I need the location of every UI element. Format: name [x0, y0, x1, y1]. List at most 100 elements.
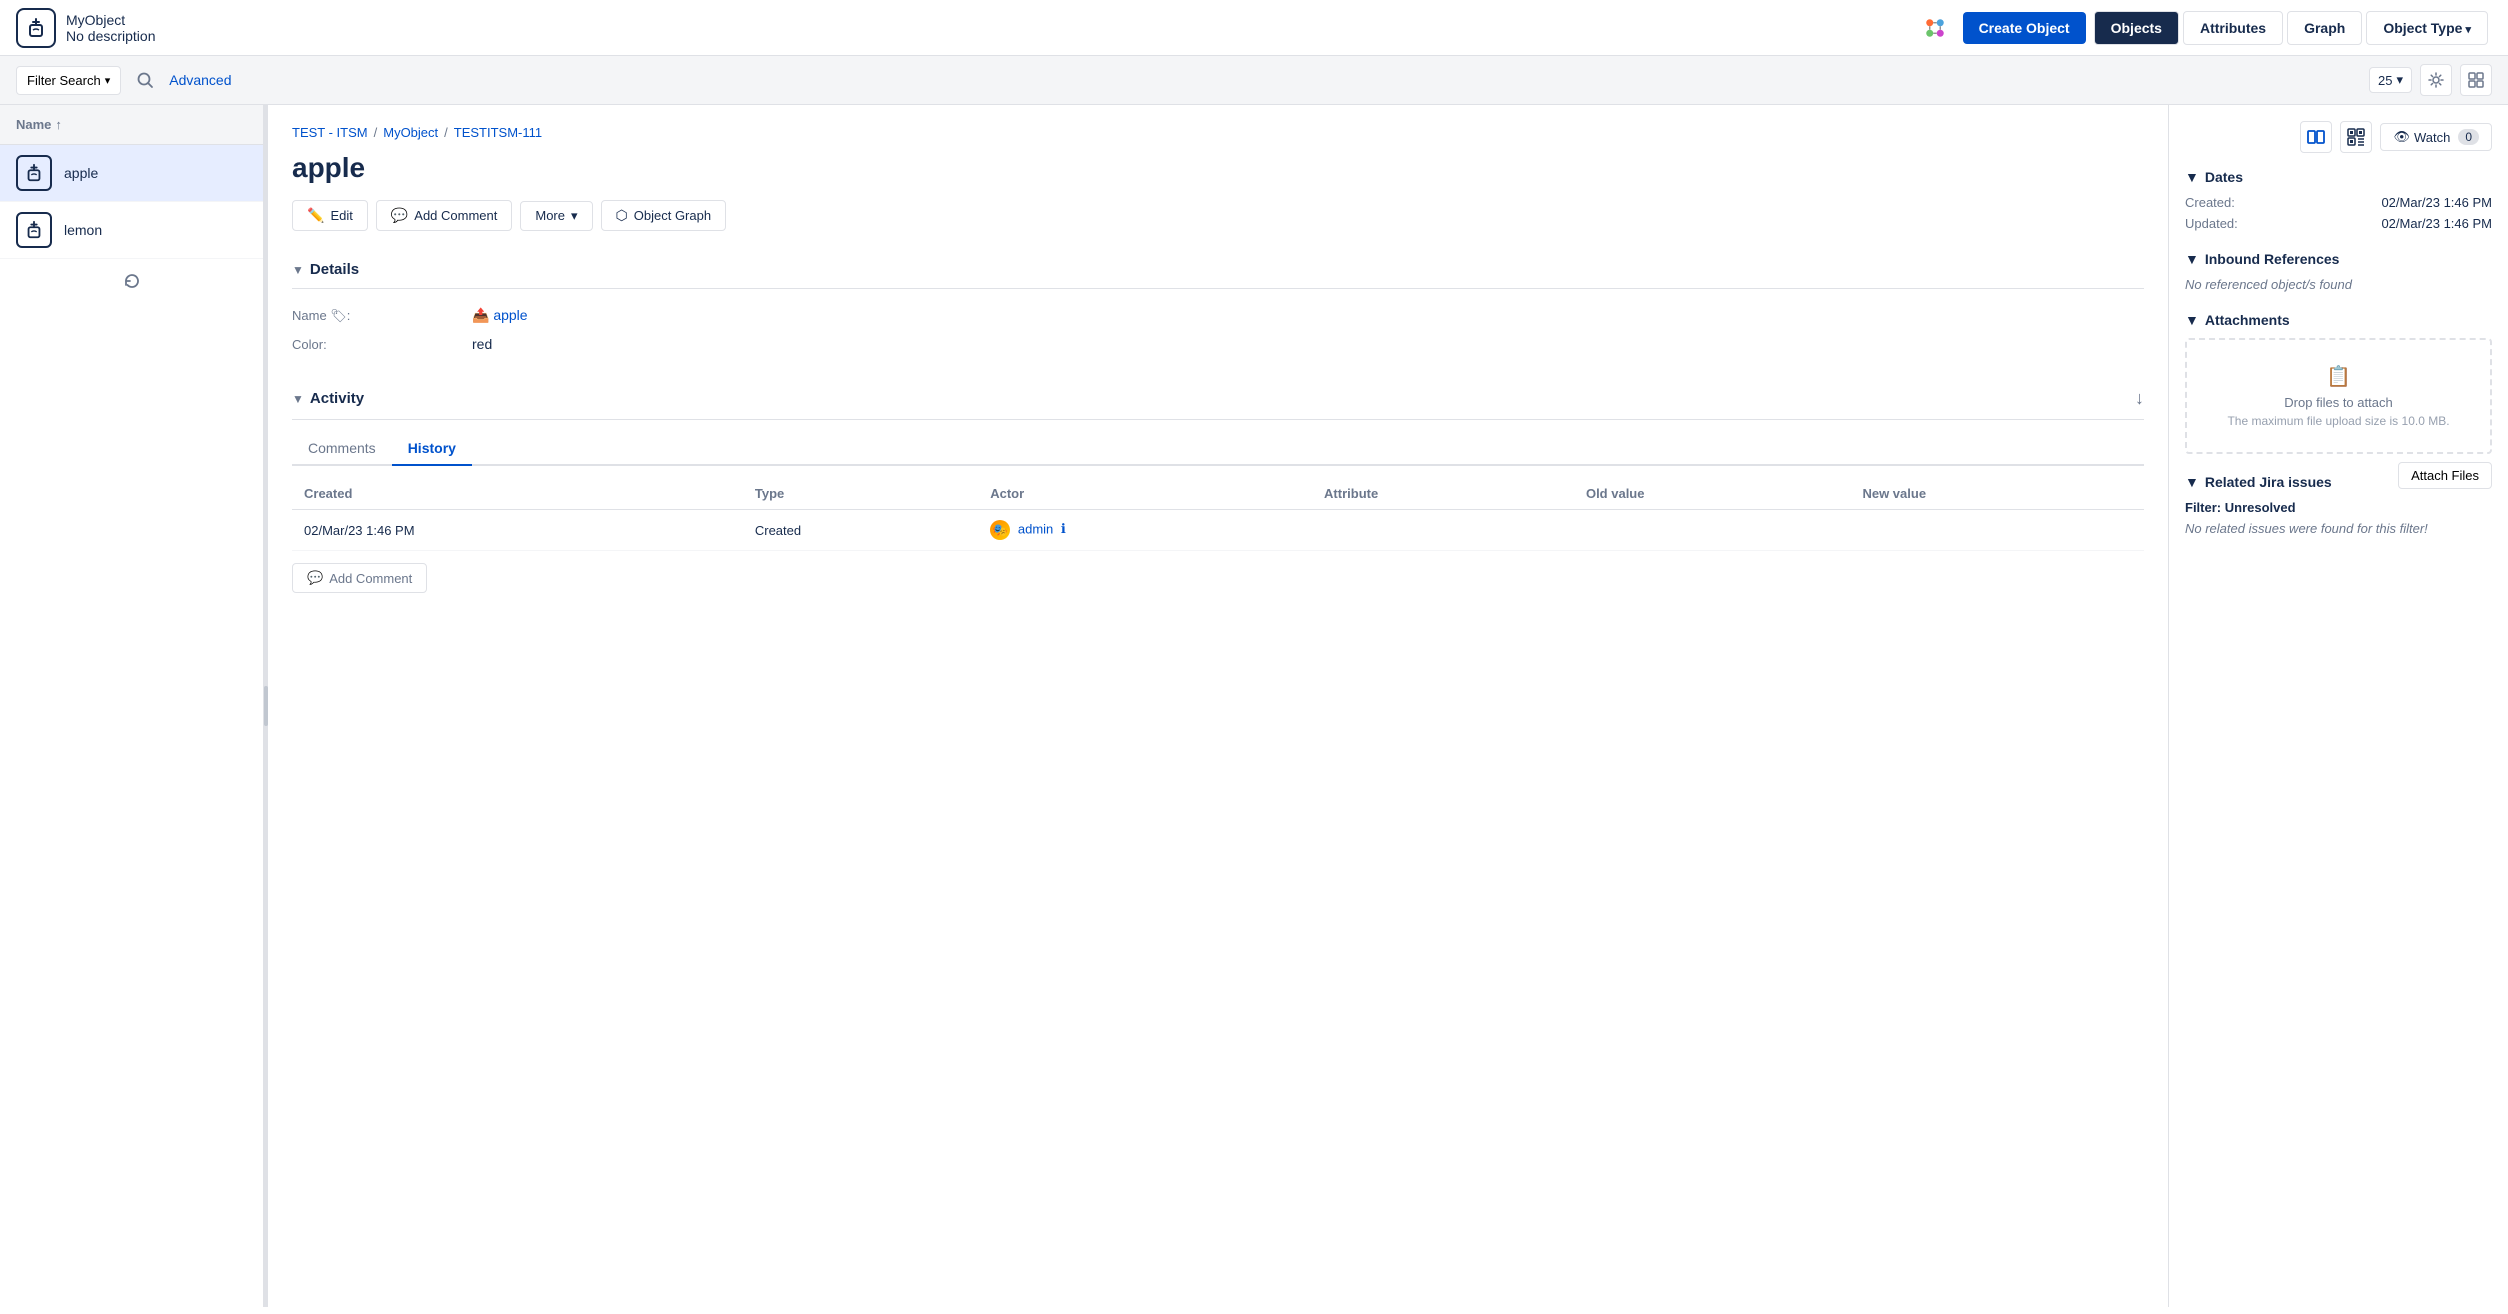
per-page-arrow: ▾ — [2396, 72, 2403, 88]
scroll-down-icon[interactable]: ↓ — [2135, 388, 2144, 409]
breadcrumb: TEST - ITSM / MyObject / TESTITSM-111 — [292, 125, 2144, 140]
watch-eye-icon: 👁 — [2393, 129, 2410, 145]
updated-date-row: Updated: 02/Mar/23 1:46 PM — [2185, 216, 2492, 231]
created-date-label: Created: — [2185, 195, 2235, 210]
object-type-nav-button[interactable]: Object Type — [2366, 11, 2488, 45]
filter-search-button[interactable]: Filter Search — [16, 66, 121, 95]
app-description: No description — [66, 28, 156, 44]
inbound-references-header[interactable]: ▼ Inbound References — [2185, 251, 2492, 267]
edit-button[interactable]: ✏️ Edit — [292, 200, 368, 231]
add-comment-label: Add Comment — [414, 208, 497, 223]
updated-date-value: 02/Mar/23 1:46 PM — [2381, 216, 2492, 231]
attachments-section: ▼ Attachments 📋 Drop files to attach The… — [2185, 312, 2492, 454]
sidebar-item-apple[interactable]: apple — [0, 145, 263, 202]
app-name: MyObject — [66, 12, 156, 28]
breadcrumb-ticket[interactable]: TESTITSM-111 — [454, 125, 542, 140]
details-section-header[interactable]: ▼ Details — [292, 251, 2144, 289]
jira-toggle-icon: ▼ — [2185, 474, 2199, 490]
row-new-value — [1850, 510, 2144, 551]
app-logo: MyObject No description — [16, 8, 156, 48]
attach-files-button[interactable]: Attach Files — [2398, 462, 2492, 489]
detail-area: TEST - ITSM / MyObject / TESTITSM-111 ap… — [268, 105, 2168, 1307]
per-page-value: 25 — [2378, 73, 2392, 88]
actor-avatar: 🎭 — [990, 520, 1010, 540]
breadcrumb-myobject[interactable]: MyObject — [383, 125, 438, 140]
inbound-references-section: ▼ Inbound References No referenced objec… — [2185, 251, 2492, 292]
inbound-references-empty: No referenced object/s found — [2185, 277, 2492, 292]
name-link[interactable]: apple — [493, 307, 527, 323]
sort-icon: ↑ — [55, 117, 62, 132]
attributes-nav-button[interactable]: Attributes — [2183, 11, 2283, 45]
object-graph-button[interactable]: ⬡ Object Graph — [601, 200, 727, 231]
updated-date-label: Updated: — [2185, 216, 2238, 231]
sidebar-item-lemon[interactable]: lemon — [0, 202, 263, 259]
actor-name-link[interactable]: admin — [1018, 521, 1053, 536]
more-label: More — [535, 208, 565, 223]
row-actor: 🎭 admin ℹ — [978, 510, 1312, 551]
add-comment-inline-label: Add Comment — [329, 571, 412, 586]
jira-filter-label: Filter: — [2185, 500, 2221, 515]
drop-label: Drop files to attach — [2203, 395, 2474, 410]
objects-nav-button[interactable]: Objects — [2094, 11, 2179, 45]
add-comment-inline-icon: 💬 — [307, 570, 323, 586]
col-new-value: New value — [1850, 478, 2144, 510]
inbound-references-title: Inbound References — [2205, 251, 2340, 267]
sidebar-refresh-button[interactable] — [0, 259, 263, 303]
row-created: 02/Mar/23 1:46 PM — [292, 510, 743, 551]
top-navbar: MyObject No description Create Object Ob… — [0, 0, 2508, 56]
edit-icon: ✏️ — [307, 207, 324, 224]
details-section: ▼ Details Name 🏷: 📤 apple Color: red — [292, 251, 2144, 358]
watch-button[interactable]: 👁 Watch 0 — [2380, 123, 2492, 151]
related-jira-title: Related Jira issues — [2205, 474, 2332, 490]
activity-section-header[interactable]: ▼ Activity ↓ — [292, 378, 2144, 420]
max-size-label: The maximum file upload size is 10.0 MB. — [2203, 414, 2474, 428]
jira-filter-row: Filter: Unresolved — [2185, 500, 2492, 515]
graph-nav-button[interactable]: Graph — [2287, 11, 2362, 45]
related-jira-header[interactable]: ▼ Related Jira issues — [2185, 474, 2398, 490]
attachment-drop-zone[interactable]: 📋 Drop files to attach The maximum file … — [2185, 338, 2492, 454]
sidebar-name-label: Name — [16, 117, 51, 132]
comment-icon: 💬 — [391, 207, 408, 224]
drop-icon: 📋 — [2203, 364, 2474, 389]
tab-comments[interactable]: Comments — [292, 432, 392, 466]
color-field-row: Color: red — [292, 330, 2144, 358]
actor-info-icon[interactable]: ℹ — [1061, 521, 1066, 536]
detail-actions: ✏️ Edit 💬 Add Comment More ▾ ⬡ Object Gr… — [292, 200, 2144, 231]
more-button[interactable]: More ▾ — [520, 201, 592, 231]
row-attribute — [1312, 510, 1574, 551]
color-field-label: Color: — [292, 337, 472, 352]
created-date-value: 02/Mar/23 1:46 PM — [2381, 195, 2492, 210]
view-toggle-button[interactable] — [2460, 64, 2492, 96]
right-panel-actions: 👁 Watch 0 — [2185, 121, 2492, 153]
name-field-value: 📤 apple — [472, 307, 528, 324]
layout-icon-button[interactable] — [2300, 121, 2332, 153]
add-comment-button[interactable]: 💬 Add Comment — [376, 200, 513, 231]
activity-section-title: Activity — [310, 390, 364, 407]
nav-icon[interactable] — [1915, 8, 1955, 48]
apple-item-icon — [16, 155, 52, 191]
attachments-section-header[interactable]: ▼ Attachments — [2185, 312, 2492, 328]
col-created: Created — [292, 478, 743, 510]
qr-code-button[interactable] — [2340, 121, 2372, 153]
history-table: Created Type Actor Attribute Old value N… — [292, 478, 2144, 551]
lemon-item-label: lemon — [64, 222, 102, 238]
activity-section: ▼ Activity ↓ Comments History Created Ty… — [292, 378, 2144, 593]
per-page-select[interactable]: 25 ▾ — [2369, 67, 2412, 93]
breadcrumb-itsm[interactable]: TEST - ITSM — [292, 125, 368, 140]
add-comment-inline-button[interactable]: 💬 Add Comment — [292, 563, 427, 593]
watch-count: 0 — [2458, 129, 2479, 145]
inbound-toggle-icon: ▼ — [2185, 251, 2199, 267]
attachments-toggle-icon: ▼ — [2185, 312, 2199, 328]
created-date-row: Created: 02/Mar/23 1:46 PM — [2185, 195, 2492, 210]
search-button[interactable] — [129, 64, 161, 96]
graph-icon: ⬡ — [616, 207, 628, 224]
dates-toggle-icon: ▼ — [2185, 169, 2199, 185]
tab-history[interactable]: History — [392, 432, 472, 466]
dates-section-header[interactable]: ▼ Dates — [2185, 169, 2492, 185]
settings-button[interactable] — [2420, 64, 2452, 96]
create-object-button[interactable]: Create Object — [1963, 12, 2086, 44]
advanced-link[interactable]: Advanced — [169, 72, 231, 88]
name-field-row: Name 🏷: 📤 apple — [292, 301, 2144, 330]
name-link-icon: 📤 — [472, 307, 489, 323]
row-old-value — [1574, 510, 1851, 551]
